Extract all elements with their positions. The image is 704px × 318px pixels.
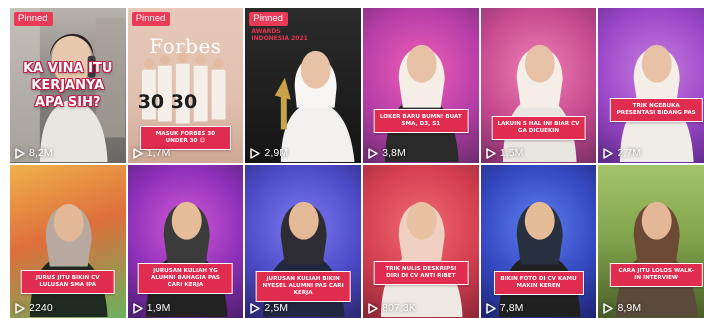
video-caption: LOKER BARU BUMN! BUAT SMA, D3, S1: [373, 109, 469, 133]
video-thumbnail: [145, 201, 228, 318]
video-tile[interactable]: JURUSAN KULIAH YG ALUMNI BAHAGIA PAS CAR…: [127, 165, 244, 318]
magazine-number: 30 30: [137, 91, 198, 113]
view-count: 1,5M: [486, 147, 524, 159]
pinned-badge: Pinned: [249, 12, 288, 26]
view-count: 1,9M: [132, 302, 171, 314]
view-count-label: 1,7M: [146, 147, 171, 159]
video-thumbnail: [380, 201, 463, 318]
view-count: 3,8M: [368, 147, 406, 159]
video-thumbnail: [384, 44, 459, 163]
play-icon: [15, 302, 25, 314]
pinned-badge: Pinned: [14, 12, 53, 26]
view-count: 2,7M: [603, 147, 641, 159]
view-count: 2,9M: [250, 147, 288, 159]
play-icon: [603, 147, 614, 159]
video-caption: TRIK NULIS DESKRIPSI DIRI DI CV ANTI RIB…: [373, 261, 469, 285]
view-count: 2,5M: [250, 302, 288, 314]
view-count-label: 807,3K: [382, 302, 416, 314]
video-caption: KA VINA ITU KERJANYA APA SIH?: [23, 61, 113, 110]
video-tile[interactable]: Pinned Forbes 30 30 MASUK FORBES 30 UNDE…: [127, 8, 244, 163]
video-tile[interactable]: TRIK NULIS DESKRIPSI DIRI DI CV ANTI RIB…: [363, 165, 479, 318]
play-icon: [132, 302, 143, 314]
video-tile[interactable]: BIKIN FOTO DI CV KAMU MAKIN KEREN 7,8M: [480, 165, 597, 318]
view-count-label: 1,5M: [499, 147, 524, 159]
play-icon: [132, 147, 143, 159]
magazine-title: Forbes: [149, 34, 222, 58]
view-count: 8,9M: [603, 302, 641, 314]
play-icon: [486, 302, 496, 314]
view-count-label: 2,9M: [264, 147, 289, 159]
view-count-label: 8,9M: [617, 302, 642, 314]
award-text: AWARDS INDONESIA 2021: [251, 28, 308, 42]
video-tile[interactable]: JURUS JITU BIKIN CV LULUSAN SMA IPA 2240: [10, 165, 126, 318]
view-count: 8,2M: [15, 147, 53, 159]
video-caption: JURUSAN KULIAH BIKIN NYESEL ALUMNI PAS C…: [255, 271, 351, 302]
video-caption: BIKIN FOTO DI CV KAMU MAKIN KEREN: [493, 271, 584, 295]
play-icon: [250, 147, 261, 159]
video-tile[interactable]: LOKER BARU BUMN! BUAT SMA, D3, S1 3,8M: [363, 8, 479, 163]
play-icon: [486, 147, 496, 159]
video-tile[interactable]: JURUSAN KULIAH BIKIN NYESEL ALUMNI PAS C…: [245, 165, 361, 318]
video-caption: LAKUIN 5 HAL INI BIAR CV GA DICUEKIN: [491, 116, 586, 140]
view-count: 7,8M: [486, 302, 524, 314]
play-icon: [15, 147, 25, 159]
video-thumbnail: [620, 44, 695, 163]
view-count-label: 2240: [29, 302, 53, 314]
video-tile[interactable]: TRIK NGEBUKA PRESENTASI BIDANG PAS 2,7M: [598, 8, 704, 163]
view-count-label: 3,8M: [382, 147, 406, 159]
view-count: 2240: [15, 302, 53, 314]
view-count-label: 2,7M: [617, 147, 642, 159]
play-icon: [603, 302, 614, 314]
play-icon: [368, 302, 378, 314]
video-tile[interactable]: LAKUIN 5 HAL INI BIAR CV GA DICUEKIN 1,5…: [480, 8, 597, 163]
view-count-label: 7,8M: [499, 302, 524, 314]
video-caption: JURUS JITU BIKIN CV LULUSAN SMA IPA: [20, 270, 116, 294]
video-grid: Pinned KA VINA ITU KERJANYA APA SIH? 8,2…: [10, 8, 704, 318]
video-tile[interactable]: CARA JITU LOLOS WALK-IN INTERVIEW 8,9M: [598, 165, 704, 318]
video-caption: JURUSAN KULIAH YG ALUMNI BAHAGIA PAS CAR…: [138, 263, 233, 294]
view-count-label: 1,9M: [146, 302, 171, 314]
pinned-badge: Pinned: [131, 12, 171, 26]
view-count: 807,3K: [368, 302, 416, 314]
video-caption: TRIK NGEBUKA PRESENTASI BIDANG PAS: [609, 98, 703, 122]
video-tile[interactable]: Pinned KA VINA ITU KERJANYA APA SIH? 8,2…: [10, 8, 126, 163]
video-tile[interactable]: Pinned AWARDS INDONESIA 2021 2,9M: [245, 8, 361, 163]
view-count-label: 8,2M: [29, 147, 53, 159]
play-icon: [250, 302, 261, 314]
video-thumbnail: [616, 201, 698, 318]
view-count-label: 2,5M: [264, 302, 289, 314]
play-icon: [368, 147, 378, 159]
view-count: 1,7M: [132, 147, 171, 159]
video-thumbnail: [29, 203, 108, 318]
video-caption: CARA JITU LOLOS WALK-IN INTERVIEW: [609, 263, 703, 287]
